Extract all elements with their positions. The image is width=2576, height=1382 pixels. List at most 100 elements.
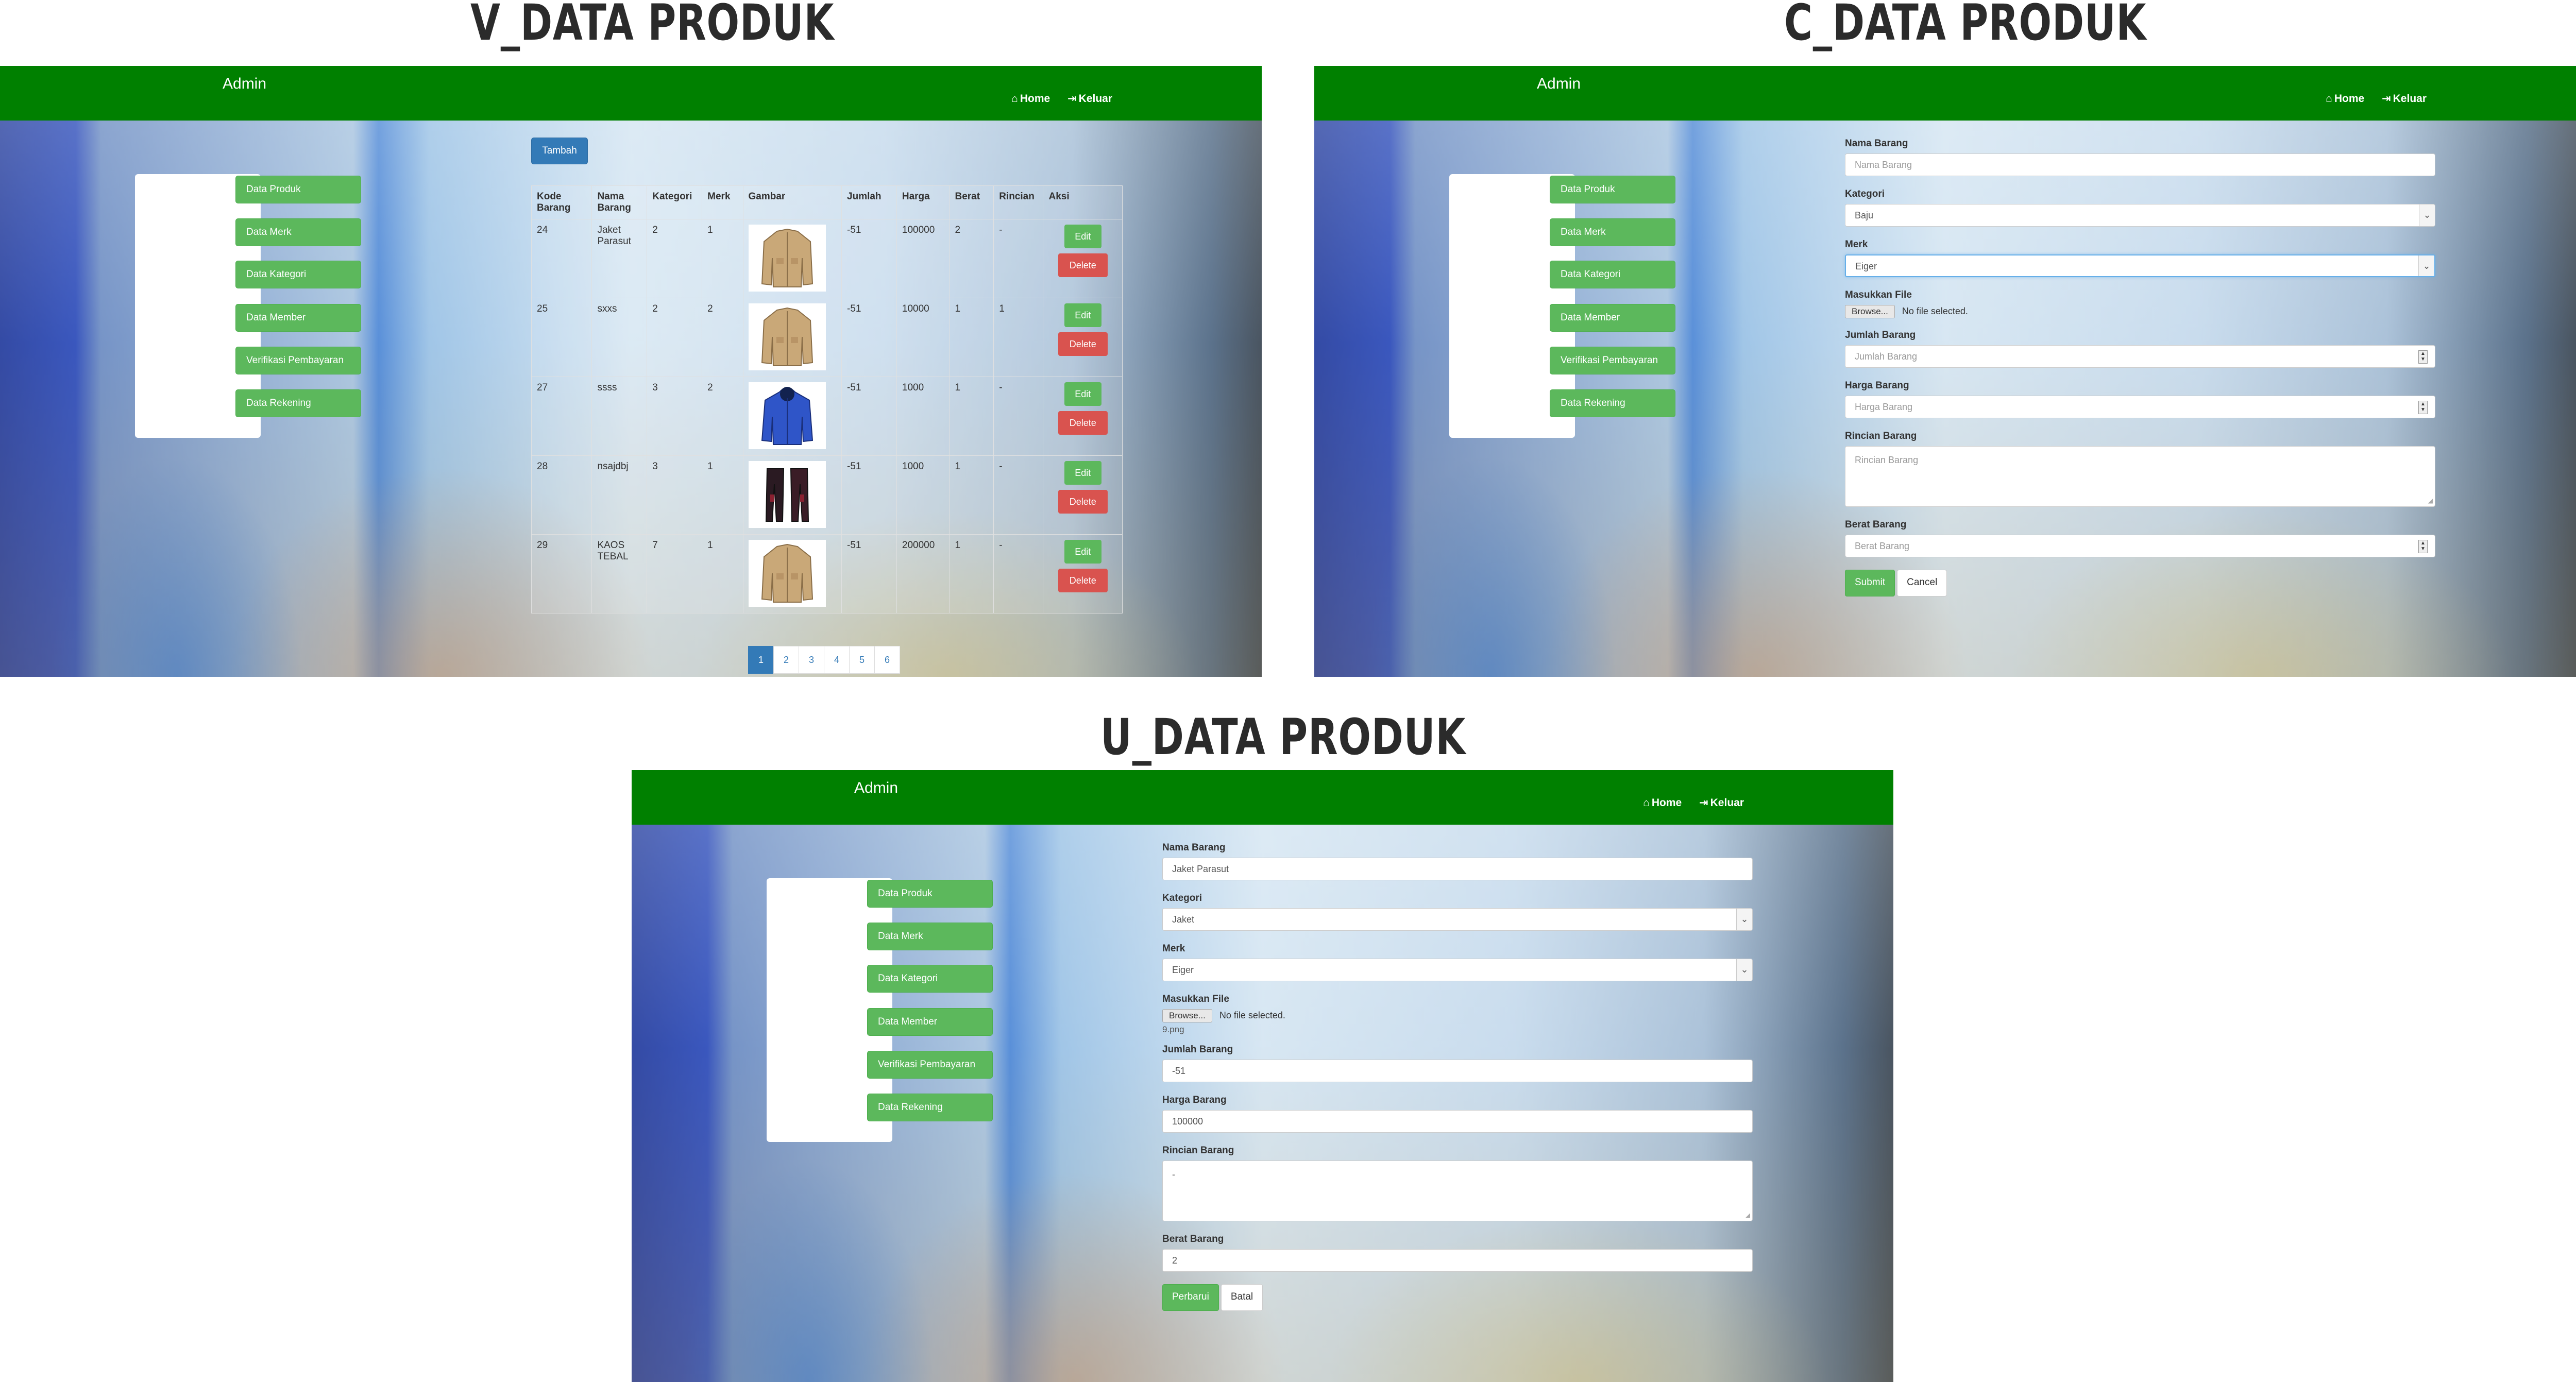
page-link-6[interactable]: 6 [874, 646, 900, 674]
sidebar-item-data-kategori[interactable]: Data Kategori [235, 261, 361, 288]
cell-jumlah: -51 [841, 377, 897, 456]
sidebar-item-data-rekening[interactable]: Data Rekening [867, 1094, 993, 1121]
harga-barang-label: Harga Barang [1162, 1095, 1227, 1105]
cell-jumlah: -51 [841, 534, 897, 613]
update-button[interactable]: Perbarui [1162, 1284, 1219, 1311]
cell-nama: nsajdbj [591, 455, 648, 535]
delete-button[interactable]: Delete [1058, 490, 1108, 514]
navbar-brand[interactable]: Admin [1537, 75, 1581, 93]
cell-rincian: - [993, 534, 1044, 613]
home-icon: ⌂ [1011, 93, 1018, 105]
nav-home-link[interactable]: ⌂ Home [2326, 93, 2364, 105]
nama-barang-input[interactable]: Jaket Parasut [1162, 858, 1753, 880]
page-link-4[interactable]: 4 [824, 646, 850, 674]
file-label: Masukkan File [1845, 289, 1912, 300]
file-status: No file selected. [1902, 306, 1968, 316]
edit-button[interactable]: Edit [1064, 303, 1101, 327]
page-link-1[interactable]: 1 [748, 646, 774, 674]
cell-berat: 1 [949, 298, 994, 377]
sidebar-item-data-member[interactable]: Data Member [1550, 304, 1675, 332]
logout-icon: ⇥ [1067, 93, 1077, 105]
jumlah-barang-label: Jumlah Barang [1845, 330, 1916, 340]
panel-c-data-produk: Admin ⌂ Home ⇥ Keluar Data Produk Data Mer… [1314, 66, 2576, 677]
column-header: Merk [702, 185, 743, 219]
cell-kode: 29 [531, 534, 592, 613]
edit-button[interactable]: Edit [1064, 382, 1101, 406]
sidebar-item-data-kategori[interactable]: Data Kategori [1550, 261, 1675, 288]
cell-harga: 100000 [896, 219, 950, 298]
harga-barang-input[interactable]: 100000 [1162, 1110, 1753, 1133]
edit-button[interactable]: Edit [1064, 540, 1101, 564]
rincian-barang-textarea[interactable]: Rincian Barang ◢ [1845, 446, 2435, 507]
kategori-select[interactable]: Jaket ⌄ [1162, 908, 1753, 931]
table-row: 28 nsajdbj 3 1 -51 1000 1 - Edit Delete [531, 455, 1123, 535]
jumlah-barang-input[interactable]: Jumlah Barang ▲ ▼ [1845, 345, 2435, 368]
delete-button[interactable]: Delete [1058, 569, 1108, 592]
cell-nama: KAOS TEBAL [591, 534, 648, 613]
chevron-down-icon: ⌄ [2418, 255, 2434, 276]
navbar-brand[interactable]: Admin [854, 779, 898, 797]
sidebar-item-data-merk[interactable]: Data Merk [235, 218, 361, 246]
page-link-3[interactable]: 3 [799, 646, 824, 674]
cell-kode: 24 [531, 219, 592, 298]
table-row: 29 KAOS TEBAL 7 1 -51 200000 1 - Edit Del… [531, 534, 1123, 613]
merk-select[interactable]: Eiger ⌄ [1162, 959, 1753, 981]
resize-grip-icon[interactable]: ◢ [2428, 497, 2433, 504]
cell-gambar [742, 377, 842, 456]
delete-button[interactable]: Delete [1058, 411, 1108, 435]
sidebar-item-verifikasi-pembayaran[interactable]: Verifikasi Pembayaran [1550, 347, 1675, 374]
cell-rincian: - [993, 377, 1044, 456]
sidebar-item-verifikasi-pembayaran[interactable]: Verifikasi Pembayaran [235, 347, 361, 374]
merk-label: Merk [1162, 943, 1185, 954]
sidebar-item-data-member[interactable]: Data Member [235, 304, 361, 332]
product-image-jacket-blue [748, 382, 826, 449]
page-link-2[interactable]: 2 [773, 646, 799, 674]
nav-logout-link[interactable]: ⇥ Keluar [2382, 93, 2427, 105]
nama-barang-input[interactable]: Nama Barang [1845, 153, 2435, 176]
kategori-select[interactable]: Baju ⌄ [1845, 204, 2435, 227]
edit-button[interactable]: Edit [1064, 461, 1101, 485]
nav-home-link[interactable]: ⌂ Home [1643, 797, 1682, 809]
resize-grip-icon[interactable]: ◢ [1745, 1212, 1750, 1219]
nav-logout-link[interactable]: ⇥ Keluar [1067, 93, 1112, 105]
delete-button[interactable]: Delete [1058, 253, 1108, 277]
spinner-icon[interactable]: ▲ ▼ [2418, 540, 2428, 553]
page-link-5[interactable]: 5 [849, 646, 875, 674]
kategori-label: Kategori [1162, 893, 1202, 903]
sidebar-item-data-merk[interactable]: Data Merk [1550, 218, 1675, 246]
berat-barang-input[interactable]: Berat Barang ▲ ▼ [1845, 535, 2435, 557]
cancel-button[interactable]: Cancel [1897, 570, 1947, 596]
table-row: 25 sxxs 2 2 -51 10000 1 1 Edit Delete [531, 298, 1123, 377]
harga-barang-input[interactable]: Harga Barang ▲ ▼ [1845, 396, 2435, 418]
sidebar-item-data-rekening[interactable]: Data Rekening [235, 389, 361, 417]
sidebar-item-data-produk[interactable]: Data Produk [235, 176, 361, 203]
sidebar-item-data-member[interactable]: Data Member [867, 1008, 993, 1036]
sidebar-item-data-produk[interactable]: Data Produk [867, 880, 993, 908]
chevron-down-icon: ⌄ [1736, 959, 1752, 981]
column-header: Jumlah [841, 185, 897, 219]
rincian-barang-textarea[interactable]: - ◢ [1162, 1161, 1753, 1221]
sidebar-item-data-produk[interactable]: Data Produk [1550, 176, 1675, 203]
cancel-button[interactable]: Batal [1221, 1284, 1263, 1311]
browse-button[interactable]: Browse... [1162, 1009, 1212, 1022]
product-image-jacket-tan [748, 540, 826, 607]
berat-barang-label: Berat Barang [1162, 1234, 1224, 1244]
submit-button[interactable]: Submit [1845, 570, 1895, 596]
navbar-brand[interactable]: Admin [223, 75, 266, 93]
edit-button[interactable]: Edit [1064, 225, 1101, 248]
berat-barang-input[interactable]: 2 [1162, 1249, 1753, 1272]
merk-select[interactable]: Eiger ⌄ [1845, 254, 2435, 277]
spinner-icon[interactable]: ▲ ▼ [2418, 401, 2428, 414]
nav-home-link[interactable]: ⌂ Home [1011, 93, 1050, 105]
delete-button[interactable]: Delete [1058, 332, 1108, 356]
sidebar-item-data-rekening[interactable]: Data Rekening [1550, 389, 1675, 417]
sidebar-item-data-kategori[interactable]: Data Kategori [867, 965, 993, 993]
sidebar-item-data-merk[interactable]: Data Merk [867, 923, 993, 950]
add-product-button[interactable]: Tambah [531, 138, 588, 164]
spinner-icon[interactable]: ▲ ▼ [2418, 350, 2428, 364]
sidebar-item-verifikasi-pembayaran[interactable]: Verifikasi Pembayaran [867, 1051, 993, 1079]
browse-button[interactable]: Browse... [1845, 305, 1895, 318]
nav-logout-link[interactable]: ⇥ Keluar [1699, 797, 1744, 809]
jumlah-barang-input[interactable]: -51 [1162, 1060, 1753, 1082]
kategori-selected-value: Jaket [1172, 914, 1195, 925]
